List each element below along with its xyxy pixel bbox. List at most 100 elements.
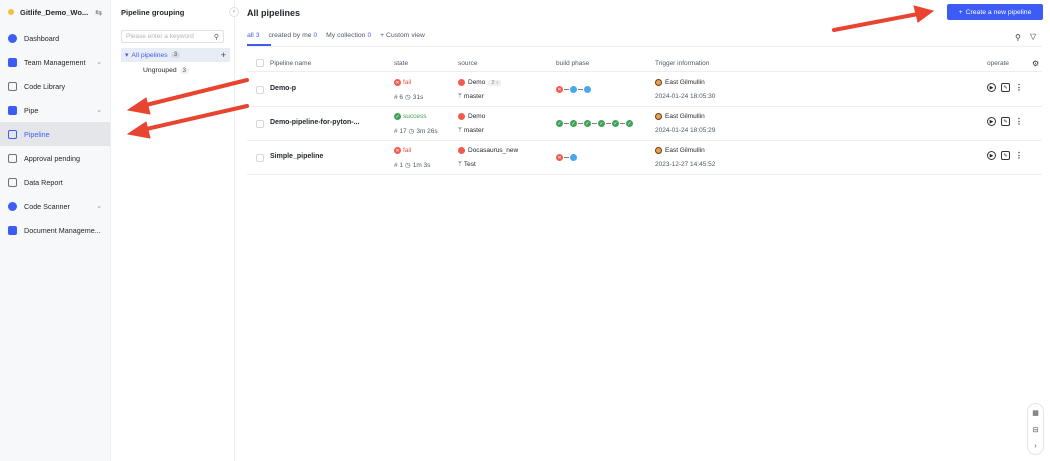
run-number[interactable]: # 1 [394,162,403,169]
pipeline-name-link[interactable]: Simple_pipeline [270,153,323,160]
nav-item-data-report[interactable]: Data Report [0,170,110,194]
edit-icon[interactable]: ✎ [1001,151,1010,160]
chevron-down-icon: ⌄ [96,203,102,210]
tab-label: My collection [326,32,366,39]
trigger-time: 2023-12-27 14:45:52 [655,161,716,168]
panel-title: Pipeline grouping [121,7,185,17]
nav-item-code-library[interactable]: Code Library [0,74,110,98]
run-icon[interactable]: ▶ [987,151,996,160]
stage-fail-icon: ✕ [556,154,563,161]
nav-item-code-scanner[interactable]: Code Scanner ⌄ [0,194,110,218]
run-number[interactable]: # 17 [394,128,407,135]
group-all-pipelines[interactable]: ▾ All pipelines 3 + [121,48,230,62]
source-branch: ᛘ master [458,127,484,134]
create-pipeline-button[interactable]: + Create a new pipeline [947,4,1043,20]
row-checkbox[interactable] [256,120,264,128]
column-header-build-phase[interactable]: build phase [556,60,589,67]
repo-name[interactable]: Docasaurus_new [468,147,518,154]
branch-icon: ᛘ [458,161,462,168]
table-header: Pipeline name state source build phase T… [247,55,1042,72]
tab-created-by-me[interactable]: created by me 0 [268,32,317,39]
source-repo: Docasaurus_new [458,147,518,154]
nav-item-document-management[interactable]: Document Manageme... [0,218,110,242]
column-header-state[interactable]: state [394,60,408,67]
chevron-down-icon: ⌄ [96,107,102,114]
add-group-icon[interactable]: + [221,50,226,60]
state-label: success [403,113,427,120]
table-row[interactable]: Simple_pipeline ✕ fail # 1 ◷ 1m 3s Docas… [247,141,1042,175]
pipeline-name-link[interactable]: Demo-pipeline-for-pyton-... [270,119,359,126]
table-row[interactable]: Demo-p ✕ fail # 6 ◷ 31s Demo 2 › ᛘ maste… [247,73,1042,107]
group-ungrouped[interactable]: Ungrouped 3 [143,67,234,74]
run-icon[interactable]: ▶ [987,83,996,92]
workspace-switcher[interactable]: Gitlife_Demo_Wo... ⇆ [0,0,110,24]
select-all-checkbox[interactable] [256,59,264,67]
build-phase[interactable]: ✓ ✓ ✓ ✓ ✓ ✓ [556,120,633,127]
tab-custom-view[interactable]: + Custom view [380,32,425,39]
tab-my-collection[interactable]: My collection 0 [326,32,371,39]
repo-name[interactable]: Demo [468,113,485,120]
row-checkbox[interactable] [256,154,264,162]
fail-icon: ✕ [394,147,401,154]
run-icon[interactable]: ▶ [987,117,996,126]
search-icon[interactable]: ⚲ [214,33,219,41]
branch-name: master [463,93,484,100]
branch-icon: ᛘ [458,127,462,134]
run-number[interactable]: # 6 [394,94,403,101]
code-library-icon [8,81,17,91]
run-info: # 17 ◷ 3m 26s [394,127,438,136]
source-repo: Demo 2 › [458,79,502,86]
build-phase[interactable]: ✕ [556,154,577,161]
run-duration: 31s [412,93,424,101]
nav-label: Data Report [24,177,63,187]
scanner-icon [8,201,17,211]
repo-extra-chip[interactable]: 2 › [488,79,502,86]
column-header-source[interactable]: source [458,60,478,67]
edit-icon[interactable]: ✎ [1001,83,1010,92]
qr-code-icon[interactable]: ▦ [1032,409,1039,417]
table-row[interactable]: Demo-pipeline-for-pyton-... ✓ success # … [247,107,1042,141]
count-badge: 3 [179,67,189,74]
nav-item-pipeline[interactable]: Pipeline [0,122,110,146]
report-icon [8,177,17,187]
group-search-input[interactable] [126,33,214,40]
trigger-user: East Gilmullin [655,113,705,120]
column-header-name[interactable]: Pipeline name [270,60,311,67]
tab-all[interactable]: all 3 [247,32,259,39]
nav-item-approval-pending[interactable]: Approval pending [0,146,110,170]
nav-label: Document Manageme... [24,225,101,235]
row-checkbox[interactable] [256,86,264,94]
filter-icon[interactable]: ▽ [1030,32,1036,41]
layout-icon[interactable]: ⊟ [1033,426,1039,434]
nav-item-dashboard[interactable]: Dashboard [0,26,110,50]
left-nav: Gitlife_Demo_Wo... ⇆ Dashboard Team Mana… [0,0,111,461]
run-duration: 3m 26s [416,127,438,135]
more-icon[interactable]: ⋮ [1015,151,1023,160]
repo-name[interactable]: Demo [468,79,485,86]
column-header-operate: operate [987,59,1010,67]
pipeline-name-link[interactable]: Demo-p [270,85,296,92]
branch-name: master [463,127,484,134]
build-phase[interactable]: ✕ [556,86,591,93]
trigger-user: East Gilmullin [655,79,705,86]
column-settings-icon[interactable]: ⚙ [1032,59,1039,68]
group-label: Ungrouped [143,67,177,74]
chevron-right-icon[interactable]: › [1034,443,1036,450]
search-icon[interactable]: ⚲ [1015,33,1021,42]
more-icon[interactable]: ⋮ [1015,83,1023,92]
nav-item-team-management[interactable]: Team Management ⌄ [0,50,110,74]
more-icon[interactable]: ⋮ [1015,117,1023,126]
nav-label: Code Library [24,81,66,91]
nav-item-pipe[interactable]: Pipe ⌄ [0,98,110,122]
edit-icon[interactable]: ✎ [1001,117,1010,126]
workspace-name: Gitlife_Demo_Wo... [20,7,89,17]
approval-icon [8,153,17,163]
tab-count: 0 [313,32,318,39]
run-duration: 1m 3s [412,161,431,169]
tab-count: 3 [255,32,260,39]
switch-icon[interactable]: ⇆ [95,8,102,17]
group-search: ⚲ [121,30,224,43]
success-icon: ✓ [394,113,401,120]
clock-icon: ◷ [408,128,415,135]
column-header-trigger[interactable]: Trigger information [655,60,709,67]
